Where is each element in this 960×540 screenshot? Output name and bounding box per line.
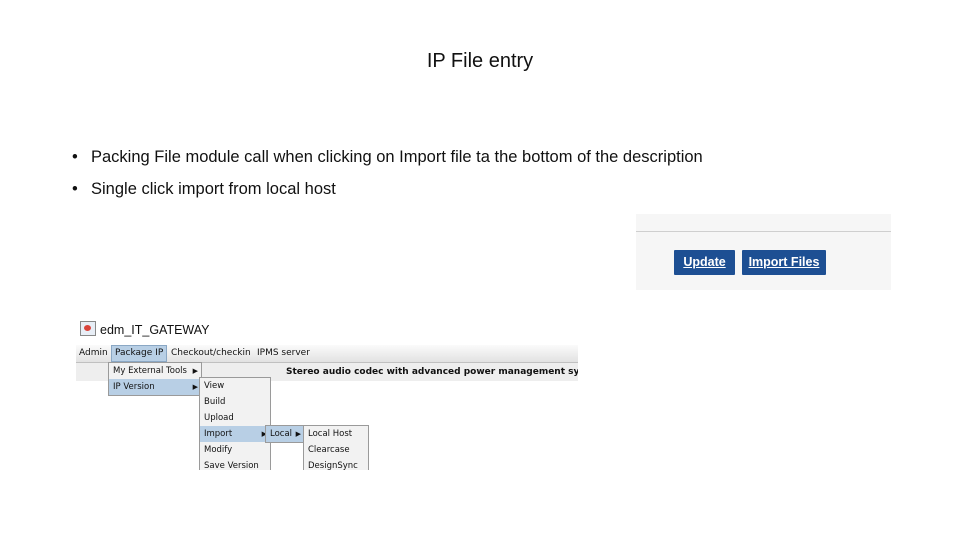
bullet-list: • Packing File module call when clicking …: [72, 146, 703, 210]
update-button[interactable]: Update: [674, 250, 735, 275]
menu-item-designsync[interactable]: DesignSync: [304, 458, 368, 470]
panel-strip: [636, 194, 891, 214]
ip-version-menu: View Build Upload Import▶ Modify Save Ve…: [199, 377, 271, 470]
bullet-text: Packing File module call when clicking o…: [91, 148, 703, 166]
window-title: edm_IT_GATEWAY: [80, 321, 210, 339]
submenu-arrow-icon: ▶: [192, 367, 198, 375]
bullet-text: Single click import from local host: [91, 180, 336, 198]
menu-item-upload[interactable]: Upload: [200, 410, 270, 426]
menu-item-ip-version[interactable]: IP Version ▶: [109, 379, 201, 395]
menu-item-import[interactable]: Import▶: [200, 426, 270, 442]
bullet-item: • Single click import from local host: [72, 178, 703, 210]
menu-item-save-version[interactable]: Save Version: [200, 458, 270, 470]
menu-item-build[interactable]: Build: [200, 394, 270, 410]
menu-item-label: IP Version: [113, 382, 155, 392]
submenu-arrow-icon: ▶: [192, 383, 198, 391]
import-panel-screenshot: Update Import Files: [636, 194, 891, 290]
description-text: Stereo audio codec with advanced power m…: [286, 367, 578, 377]
bullet-item: • Packing File module call when clicking …: [72, 146, 703, 178]
panel-divider: [636, 231, 891, 232]
menu-item-modify[interactable]: Modify: [200, 442, 270, 458]
app-menu-screenshot: edm_IT_GATEWAY Admin Package IP Checkout…: [76, 318, 578, 470]
menu-ipms-server[interactable]: IPMS server: [254, 345, 313, 362]
menu-checkout-checkin[interactable]: Checkout/checkin: [168, 345, 254, 362]
menu-item-local-host[interactable]: Local Host: [304, 426, 368, 442]
bullet-dot-icon: •: [72, 148, 78, 166]
menu-item-label: Import: [204, 429, 233, 439]
local-menu: Local Host Clearcase DesignSync: [303, 425, 369, 470]
menu-item-view[interactable]: View: [200, 378, 270, 394]
menu-item-clearcase[interactable]: Clearcase: [304, 442, 368, 458]
window-title-text: edm_IT_GATEWAY: [100, 323, 210, 337]
import-files-button[interactable]: Import Files: [742, 250, 826, 275]
menu-item-label: Local: [270, 429, 293, 439]
java-app-icon: [80, 321, 96, 336]
bullet-dot-icon: •: [72, 180, 78, 198]
menubar: Admin Package IP Checkout/checkin IPMS s…: [76, 345, 578, 363]
import-menu: Local ▶: [265, 425, 305, 443]
menu-package-ip[interactable]: Package IP: [111, 345, 168, 362]
menu-admin[interactable]: Admin: [76, 345, 111, 362]
menu-item-local[interactable]: Local ▶: [266, 426, 304, 442]
slide-title: IP File entry: [426, 50, 534, 72]
menu-item-label: My External Tools: [113, 366, 187, 376]
submenu-arrow-icon: ▶: [295, 430, 301, 438]
menu-item-my-external-tools[interactable]: My External Tools ▶: [109, 363, 201, 379]
package-ip-menu: My External Tools ▶ IP Version ▶: [108, 362, 202, 396]
